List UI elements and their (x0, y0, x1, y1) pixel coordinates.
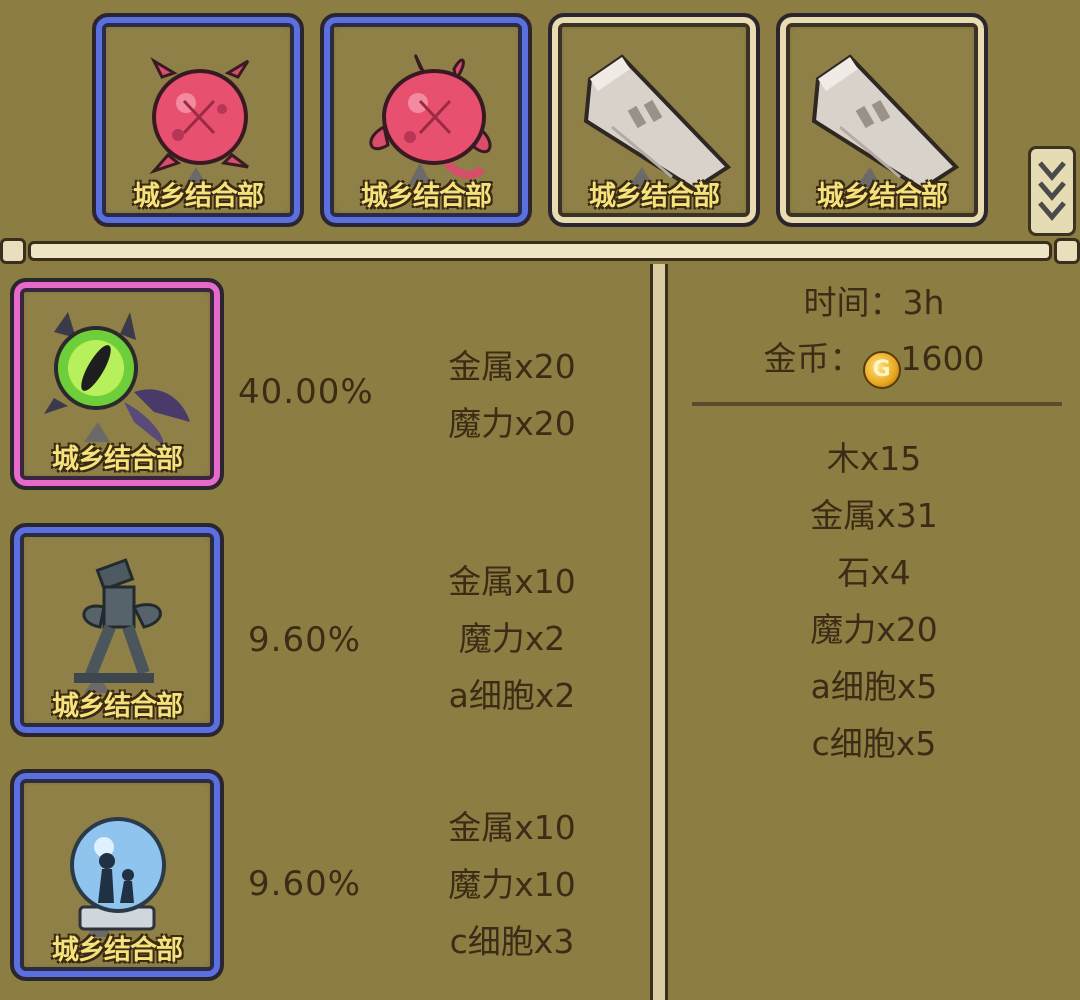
double-chevron-down-icon (1038, 161, 1066, 221)
top-item-slot-3[interactable]: 城乡结合部 (548, 13, 760, 227)
expand-button[interactable] (1028, 146, 1076, 236)
top-item-slot-2[interactable]: 城乡结合部 (320, 13, 532, 227)
reward-item-slot-1[interactable]: 城乡结合部 (10, 278, 224, 490)
requirement-line: 木x15 (826, 439, 922, 478)
material-line: a细胞x2 (448, 676, 576, 715)
material-line: 金属x10 (448, 808, 576, 847)
craft-time: 时间：3h (803, 283, 945, 322)
scroll-track[interactable] (28, 241, 1052, 261)
scroll-left-cap (0, 238, 26, 264)
panel-divider (650, 264, 668, 1000)
scroll-right-cap (1054, 238, 1080, 264)
requirement-line: c细胞x5 (811, 724, 937, 763)
info-separator (692, 402, 1062, 406)
material-line: 金属x10 (448, 562, 576, 601)
material-line: c细胞x3 (449, 922, 575, 961)
reward-materials: 金属x10 魔力x10 c细胞x3 (420, 799, 604, 970)
reward-materials: 金属x20 魔力x20 (420, 338, 604, 452)
top-item-slot-1[interactable]: 城乡结合部 (92, 13, 304, 227)
gold-label: 金币： (763, 339, 863, 378)
drop-chance: 40.00% (238, 372, 374, 412)
material-line: 魔力x10 (448, 865, 576, 904)
requirement-line: 石x4 (837, 553, 911, 592)
requirement-line: a细胞x5 (810, 667, 938, 706)
gold-cost: 金币： G 1600 (668, 332, 1080, 389)
top-item-slot-4[interactable]: 城乡结合部 (776, 13, 988, 227)
requirements-list: 木x15 金属x31 石x4 魔力x20 a细胞x5 c细胞x5 (668, 430, 1080, 772)
slot-tag: 城乡结合部 (133, 181, 264, 212)
requirement-line: 魔力x20 (810, 610, 938, 649)
reward-item-slot-3[interactable]: 城乡结合部 (10, 769, 224, 981)
reward-materials: 金属x10 魔力x2 a细胞x2 (420, 553, 604, 724)
slot-tag: 城乡结合部 (52, 691, 183, 722)
drop-chance: 9.60% (248, 864, 362, 904)
gold-coin-icon: G (862, 351, 901, 389)
drop-chance: 9.60% (248, 620, 362, 660)
gold-value: 1600 (900, 339, 985, 378)
slot-tag: 城乡结合部 (817, 181, 948, 212)
material-line: 金属x20 (448, 347, 576, 386)
slot-tag: 城乡结合部 (361, 181, 492, 212)
slot-tag: 城乡结合部 (52, 444, 183, 475)
horizontal-scrollbar[interactable] (0, 238, 1080, 264)
material-line: 魔力x20 (448, 404, 576, 443)
material-line: 魔力x2 (458, 619, 566, 658)
reward-item-slot-2[interactable]: 城乡结合部 (10, 523, 224, 737)
slot-tag: 城乡结合部 (52, 935, 183, 966)
slot-tag: 城乡结合部 (589, 181, 720, 212)
requirement-line: 金属x31 (810, 496, 938, 535)
